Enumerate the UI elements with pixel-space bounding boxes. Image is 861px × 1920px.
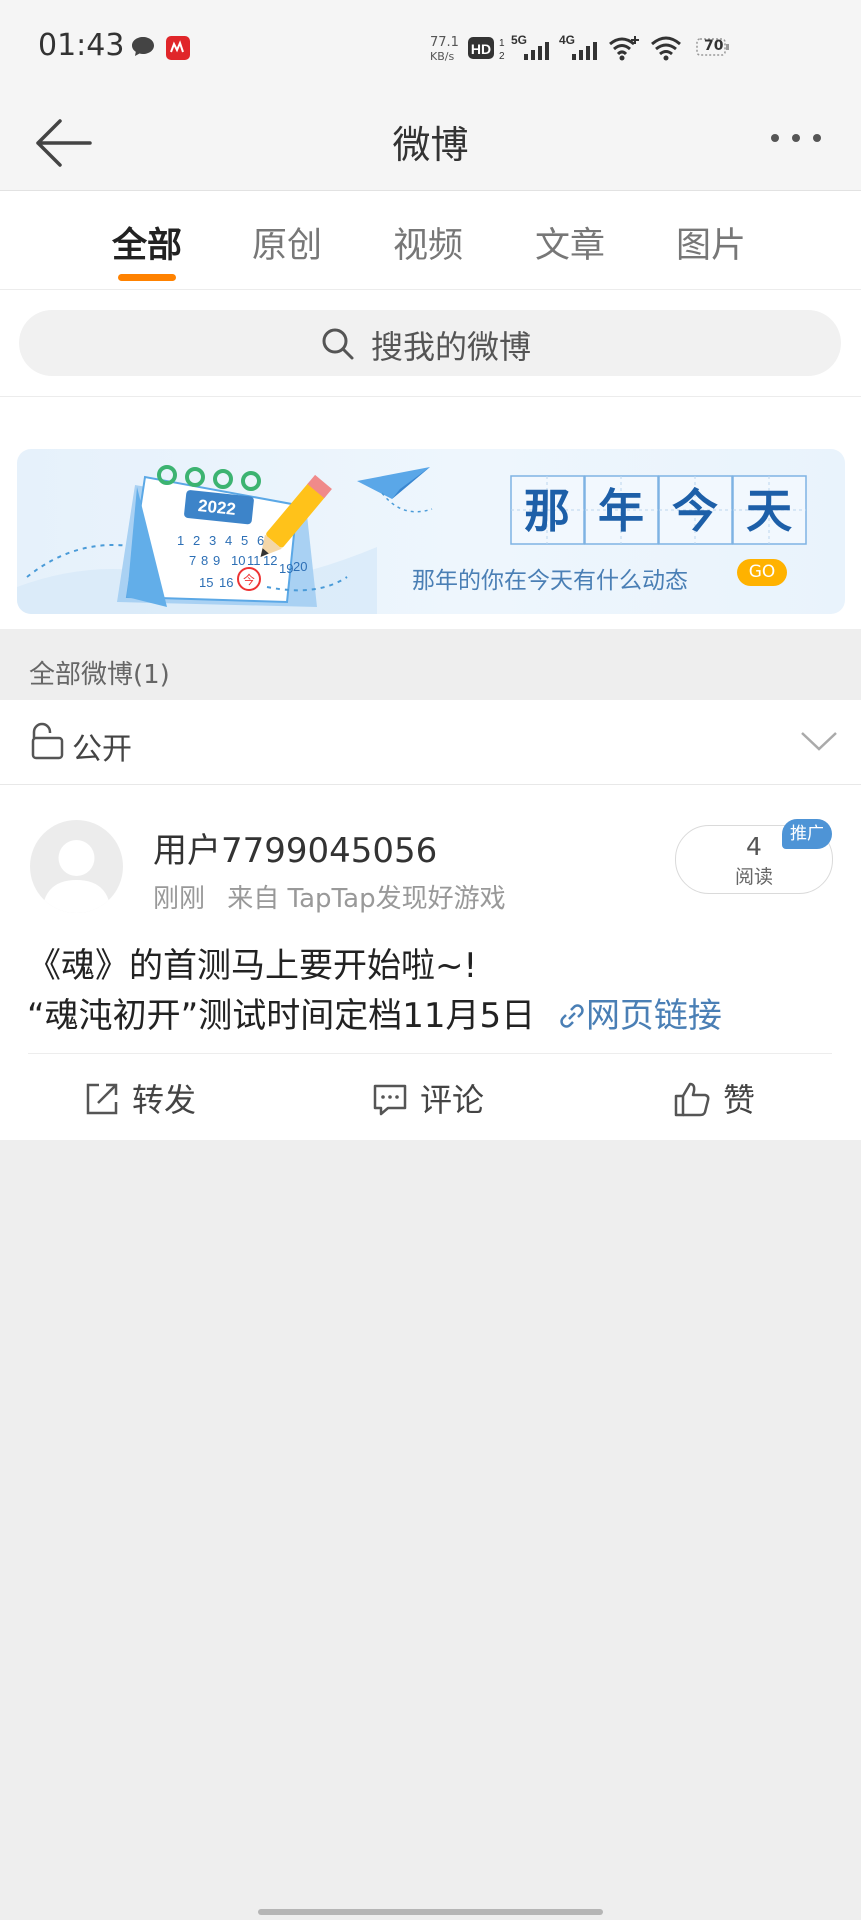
banner-title-char: 今 — [672, 484, 718, 538]
divider — [28, 1053, 832, 1054]
chevron-down-icon[interactable] — [800, 730, 838, 756]
calendar-num: 19 — [279, 561, 293, 576]
privacy-filter[interactable]: 公开 — [0, 700, 861, 785]
svg-text:5G: 5G — [511, 33, 527, 47]
svg-text:2: 2 — [499, 51, 505, 62]
avatar[interactable] — [30, 820, 123, 913]
calendar-num: 16 — [219, 575, 233, 590]
home-indicator[interactable] — [258, 1909, 603, 1915]
post-text-line2: “魂沌初开”测试时间定档11月5日 网页链接 — [27, 988, 722, 1037]
calendar-num: 1 — [177, 533, 184, 548]
post-text-line2-main: “魂沌初开”测试时间定档11月5日 — [27, 996, 536, 1036]
comment-icon — [373, 1084, 407, 1116]
web-link[interactable]: 网页链接 — [558, 996, 722, 1036]
tab-original[interactable]: 原创 — [252, 217, 322, 268]
net-speed-unit: KB/s — [430, 50, 455, 63]
read-label: 阅读 — [734, 866, 773, 888]
thumbs-up-icon — [674, 1082, 710, 1117]
search-area: 搜我的微博 — [0, 290, 861, 397]
search-box[interactable]: 搜我的微博 — [19, 310, 841, 376]
banner-title-char: 天 — [746, 484, 792, 538]
battery-level: 70 — [704, 38, 724, 54]
unlock-icon — [31, 722, 65, 764]
hd-voice-icon: HD 1 2 — [467, 34, 505, 66]
svg-text:1: 1 — [499, 38, 505, 49]
post-card: 用户7799045056 刚刚 来自 TapTap发现好游戏 4 阅读 推广 《… — [0, 785, 861, 1140]
tab-article[interactable]: 文章 — [535, 217, 605, 268]
username[interactable]: 用户7799045056 — [153, 823, 437, 872]
calendar-illustration: 2022 1 2 3 4 5 6 7 8 9 10 11 12 15 16 19… — [17, 465, 377, 614]
web-link-label: 网页链接 — [585, 996, 722, 1036]
calendar-num: 7 — [189, 553, 196, 568]
search-placeholder: 搜我的微博 — [371, 328, 532, 366]
share-icon — [86, 1083, 118, 1115]
section-header: 全部微博(1) — [0, 630, 861, 700]
calendar-num: 9 — [213, 553, 220, 568]
signal-5g-icon: 5G — [510, 32, 552, 66]
banner-area: 2022 1 2 3 4 5 6 7 8 9 10 11 12 15 16 19… — [0, 397, 861, 629]
banner-title: 那 年 今 天 — [510, 475, 807, 545]
calendar-num: 20 — [293, 559, 307, 574]
active-tab-indicator — [118, 274, 176, 281]
wifi-icon — [650, 35, 682, 65]
privacy-label: 公开 — [72, 732, 132, 767]
on-this-day-banner[interactable]: 2022 1 2 3 4 5 6 7 8 9 10 11 12 15 16 19… — [17, 449, 845, 614]
like-button[interactable]: 赞 — [673, 1075, 755, 1121]
post-time: 刚刚 — [153, 884, 206, 914]
status-time: 01:43 — [38, 28, 125, 63]
app-header: 微博 — [0, 98, 861, 191]
calendar-num: 5 — [241, 533, 248, 548]
tab-picture[interactable]: 图片 — [676, 217, 746, 268]
app-notification-icon — [165, 35, 191, 65]
message-notification-icon — [130, 35, 156, 63]
repost-button[interactable]: 转发 — [84, 1075, 196, 1121]
comment-label: 评论 — [420, 1081, 485, 1119]
banner-subtitle: 那年的你在今天有什么动态 — [412, 568, 688, 594]
section-label: 全部微博(1) — [29, 660, 170, 690]
link-icon — [560, 1004, 584, 1028]
promote-badge[interactable]: 推广 — [782, 819, 832, 849]
tab-video[interactable]: 视频 — [393, 217, 463, 268]
calendar-year: 2022 — [197, 496, 237, 519]
post-source: 来自 TapTap发现好游戏 — [227, 884, 506, 914]
go-button[interactable]: GO — [737, 559, 787, 586]
like-label: 赞 — [723, 1081, 756, 1119]
page-title: 微博 — [392, 123, 469, 167]
net-speed-value: 77.1 — [430, 35, 459, 50]
calendar-num: 11 — [247, 553, 261, 568]
banner-title-char: 年 — [598, 484, 644, 538]
calendar-num: 15 — [199, 575, 213, 590]
svg-text:HD: HD — [471, 41, 491, 57]
calendar-num: 2 — [193, 533, 200, 548]
calendar-num: 8 — [201, 553, 208, 568]
post-meta: 刚刚 来自 TapTap发现好游戏 — [153, 878, 506, 915]
calendar-num: 4 — [225, 533, 232, 548]
search-icon — [321, 327, 355, 365]
svg-text:4G: 4G — [559, 33, 575, 47]
tab-all[interactable]: 全部 — [112, 217, 182, 268]
repost-label: 转发 — [132, 1081, 197, 1119]
post-text-line1: 《魂》的首测马上要开始啦~! — [27, 946, 478, 986]
more-dots-icon[interactable] — [766, 128, 826, 152]
paper-plane-icon — [357, 467, 433, 513]
status-bar: 01:43 77.1 KB/s HD 1 2 5G 4G 70 — [0, 0, 861, 98]
comment-button[interactable]: 评论 — [372, 1075, 484, 1121]
signal-4g-icon: 4G — [558, 32, 600, 66]
filter-tabs: 全部 原创 视频 文章 图片 — [0, 191, 861, 290]
calendar-num: 12 — [263, 553, 277, 568]
hotspot-icon — [607, 34, 641, 66]
calendar-num: 3 — [209, 533, 216, 548]
calendar-today: 今 — [243, 572, 255, 587]
calendar-num: 10 — [231, 553, 245, 568]
banner-title-char: 那 — [524, 484, 570, 538]
